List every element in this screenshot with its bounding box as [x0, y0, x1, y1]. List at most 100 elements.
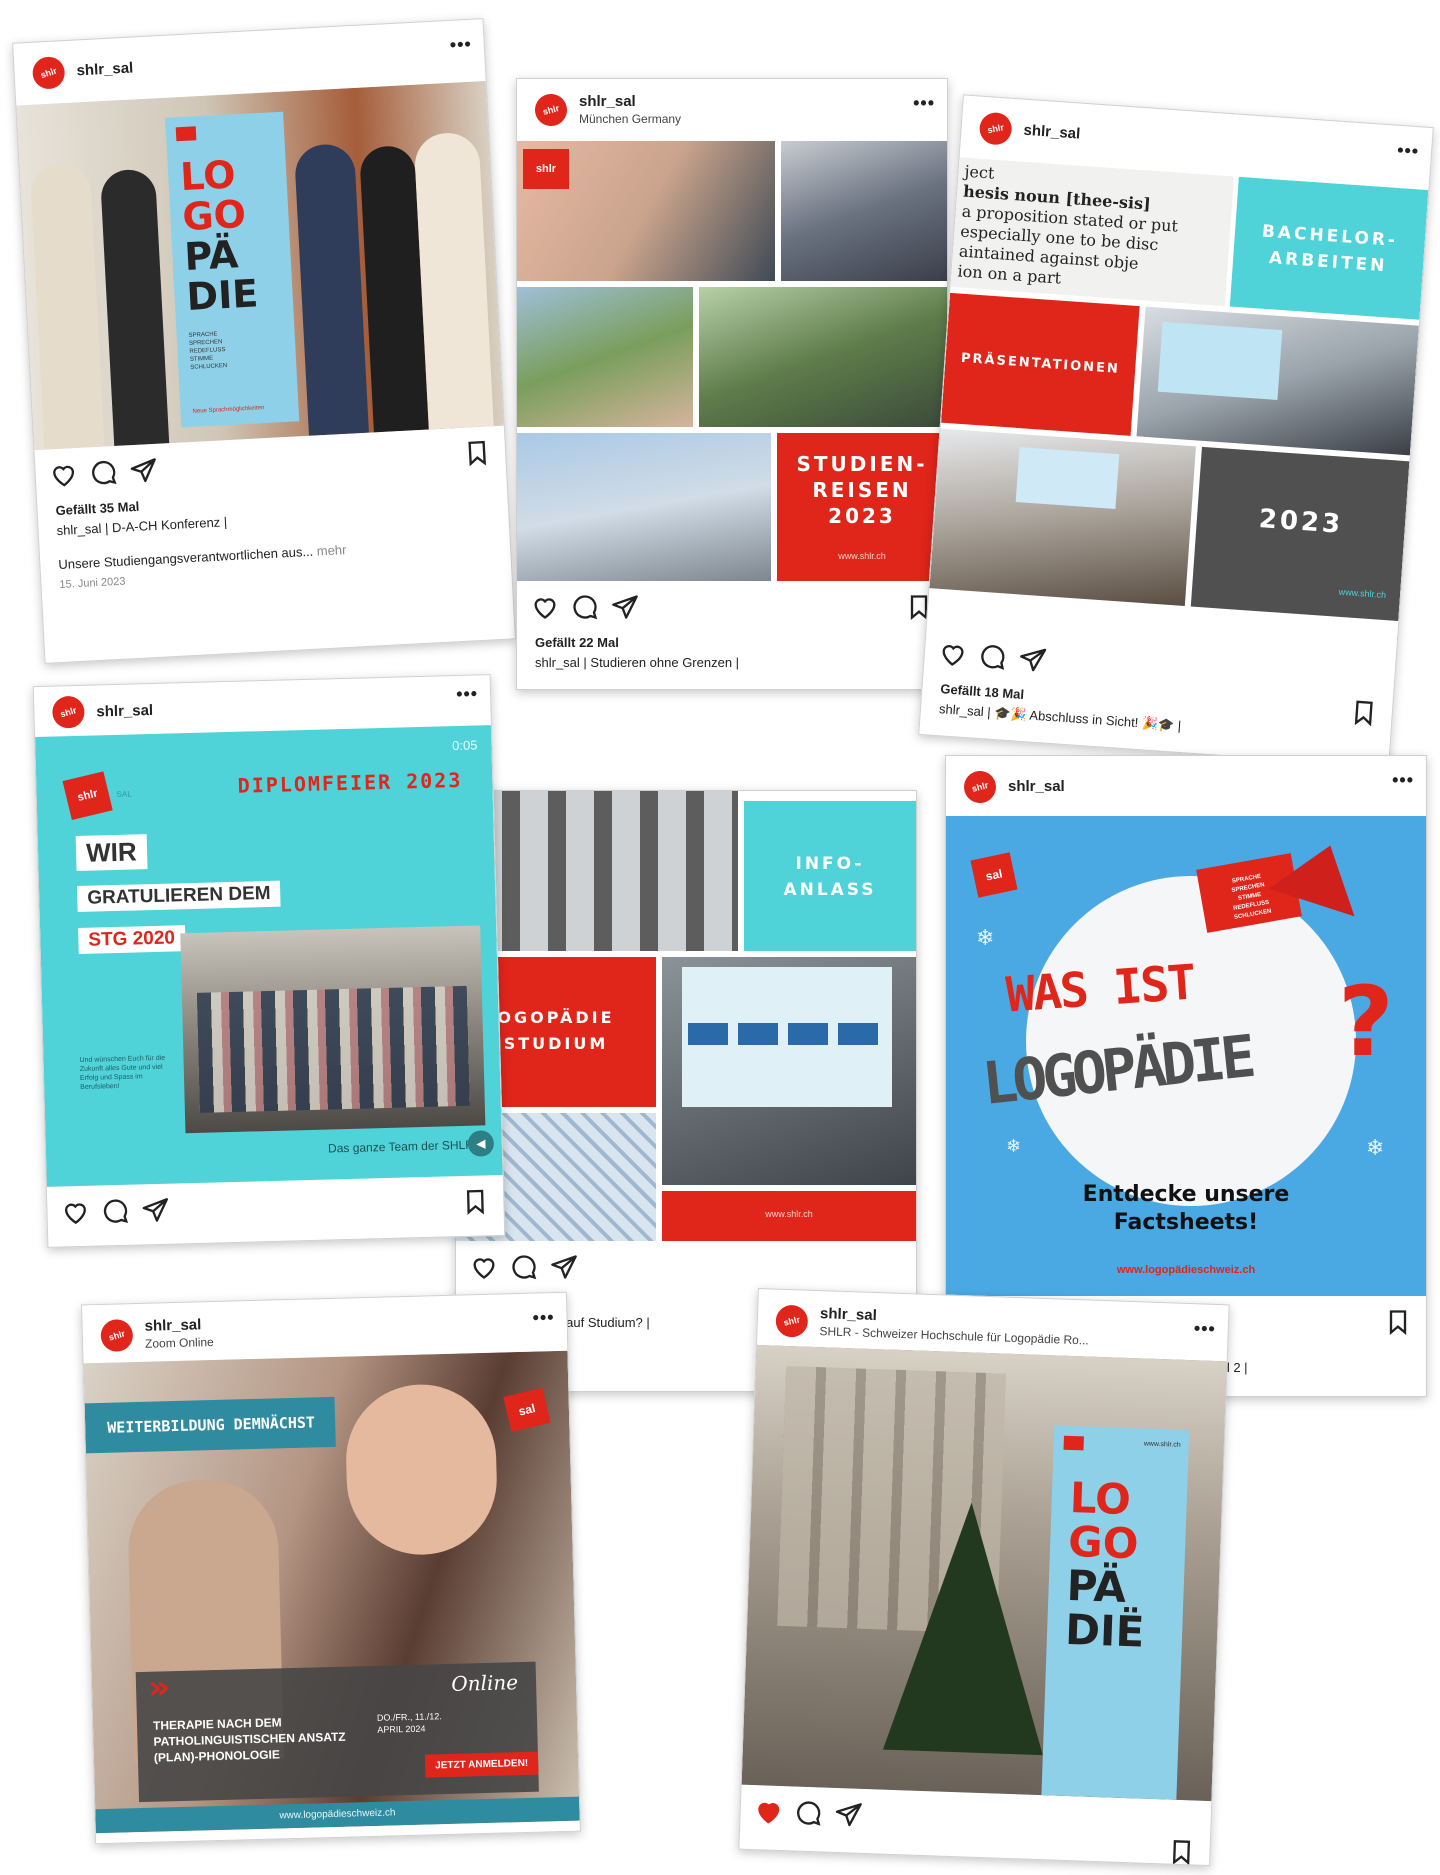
wir-label: WIR — [75, 834, 148, 872]
brand-logo-sub: SAL — [116, 789, 132, 799]
bookmark-icon[interactable] — [1349, 698, 1379, 728]
heart-icon[interactable] — [531, 593, 559, 621]
avatar[interactable]: shlr — [531, 90, 571, 130]
register-button[interactable]: JETZT ANMELDEN! — [424, 1751, 539, 1778]
heart-icon[interactable] — [938, 639, 968, 669]
avatar[interactable]: shlr — [96, 1315, 137, 1356]
course-panel: » Online THERAPIE NACH DEM PATHOLINGUIST… — [135, 1661, 539, 1803]
share-icon[interactable] — [550, 1253, 578, 1281]
post-image: ject hesis noun [thee-sis] a proposition… — [926, 157, 1429, 659]
arrow-icon: » — [147, 1667, 171, 1708]
url-tile: www.shlr.ch — [662, 1191, 916, 1241]
post-card: shlr shlr_sal ••• ject hesis noun [thee-… — [918, 94, 1434, 768]
bachelor-tile: BACHELOR- ARBEITEN — [1229, 176, 1429, 320]
wish-text: Und wünschen Euch für die Zukunft alles … — [79, 1054, 166, 1091]
avatar[interactable]: shlr — [772, 1301, 812, 1341]
comment-icon[interactable] — [510, 1253, 538, 1281]
location[interactable]: München Germany — [579, 112, 681, 126]
post-headline: DIPLOMFEIER 2023 — [237, 767, 463, 798]
tile-url: www.shlr.ch — [765, 1209, 813, 1219]
location[interactable]: Zoom Online — [145, 1335, 214, 1351]
more-options-icon[interactable]: ••• — [449, 34, 472, 56]
praesentationen-tile: PRÄSENTATIONEN — [941, 292, 1140, 436]
username[interactable]: shlr_sal — [1023, 122, 1081, 143]
group-photo — [180, 925, 486, 1134]
more-options-icon[interactable]: ••• — [456, 683, 478, 705]
video-timer: 0:05 — [451, 737, 478, 754]
course-title: THERAPIE NACH DEM PATHOLINGUISTISCHEN AN… — [152, 1715, 346, 1765]
snowflake-icon: ❄ — [1006, 1136, 1022, 1157]
bookmark-icon[interactable] — [1167, 1838, 1196, 1866]
bookmark-icon[interactable] — [461, 1187, 490, 1216]
comment-icon[interactable] — [978, 642, 1008, 672]
post-image: sal SPRACHE SPRECHEN STIMME REDEFLUSS SC… — [946, 816, 1426, 1296]
roll-up-banner: LO GO PÄ DIE SPRACHE SPRECHEN REDEFLUSS … — [165, 111, 300, 428]
share-icon[interactable] — [1018, 645, 1048, 675]
more-options-icon[interactable]: ••• — [1194, 1318, 1217, 1340]
share-icon[interactable] — [129, 456, 158, 485]
heart-icon[interactable] — [49, 460, 78, 489]
post-image: shlr STUDIEN- REISEN 2023 www.shlr.ch — [517, 141, 947, 581]
cta-line: Factsheets! — [1113, 1210, 1259, 1235]
cta-block: Entdecke unsere Factsheets! — [946, 1181, 1426, 1237]
question-mark: ? — [1338, 966, 1394, 1078]
likes-count: Gefällt 22 Mal — [535, 635, 619, 650]
tile-line: 2023 — [1257, 504, 1345, 540]
banner-line: LO — [179, 152, 237, 200]
brand-logo: shlr — [62, 771, 113, 821]
bookmark-icon[interactable] — [1384, 1308, 1412, 1336]
heart-icon[interactable] — [61, 1198, 90, 1227]
tile-url: www.shlr.ch — [1338, 586, 1387, 601]
post-card: shlr shlr_sal ••• 0:05 shlr SAL DIPLOMFE… — [32, 674, 506, 1248]
banner-line: DIË — [1064, 1604, 1146, 1657]
comment-icon[interactable] — [571, 593, 599, 621]
tile-url: www.shlr.ch — [838, 551, 886, 561]
more-options-icon[interactable]: ••• — [913, 93, 935, 114]
username[interactable]: shlr_sal — [76, 59, 134, 79]
post-header: shlr shlr_sal München Germany ••• — [517, 79, 947, 141]
more-options-icon[interactable]: ••• — [532, 1307, 554, 1329]
username[interactable]: shlr_sal — [820, 1305, 877, 1324]
more-link[interactable]: mehr — [316, 542, 346, 559]
mute-icon[interactable]: ◀ — [467, 1130, 495, 1157]
snowflake-icon: ❄ — [1366, 1136, 1385, 1161]
post-image: LO GO PÄ DIË www.shlr.ch — [741, 1344, 1227, 1802]
banner-line: GO — [1067, 1516, 1140, 1569]
comment-icon[interactable] — [794, 1799, 823, 1828]
comment-icon[interactable] — [101, 1197, 130, 1226]
avatar[interactable]: shlr — [960, 767, 1000, 807]
username[interactable]: shlr_sal — [579, 93, 636, 110]
comment-icon[interactable] — [89, 458, 118, 487]
tile-line: ANLASS — [783, 880, 877, 900]
tile-line: REISEN — [812, 478, 912, 502]
banner-line: DIE — [185, 271, 260, 319]
gratulieren-label: GRATULIEREN DEM — [76, 880, 281, 912]
bookmark-icon[interactable] — [462, 438, 491, 467]
cta-line: Entdecke unsere — [1082, 1182, 1290, 1207]
more-options-icon[interactable]: ••• — [1392, 770, 1414, 791]
username[interactable]: shlr_sal — [144, 1316, 201, 1334]
roll-up-banner: LO GO PÄ DIË www.shlr.ch — [1041, 1425, 1190, 1800]
more-options-icon[interactable]: ••• — [1396, 140, 1420, 162]
username[interactable]: shlr_sal — [96, 702, 153, 720]
snowflake-icon: ❄ — [976, 926, 995, 951]
location[interactable]: SHLR - Schweizer Hochschule für Logopädi… — [819, 1324, 1089, 1347]
tile-line: 2023 — [828, 504, 896, 528]
username[interactable]: shlr_sal — [1008, 778, 1065, 795]
info-tile: INFO- ANLASS — [744, 801, 916, 951]
share-icon[interactable] — [834, 1800, 863, 1829]
heart-filled-icon[interactable] — [754, 1797, 783, 1826]
post-header: shlr shlr_sal ••• — [946, 756, 1426, 816]
post-actions — [456, 1241, 916, 1293]
avatar[interactable]: shlr — [976, 109, 1015, 148]
post-image: WEITERBILDUNG DEMNÄCHST sal » Online THE… — [83, 1350, 580, 1834]
share-icon[interactable] — [611, 593, 639, 621]
post-actions — [47, 1175, 504, 1239]
heart-icon[interactable] — [470, 1253, 498, 1281]
brand-logo: sal — [970, 852, 1018, 898]
banner-footer: Neue Sprachmöglichkeiten — [192, 405, 265, 415]
banner-line: LO — [1068, 1472, 1132, 1525]
avatar[interactable]: shlr — [48, 692, 89, 733]
share-icon[interactable] — [141, 1196, 170, 1225]
avatar[interactable]: shlr — [28, 52, 69, 94]
